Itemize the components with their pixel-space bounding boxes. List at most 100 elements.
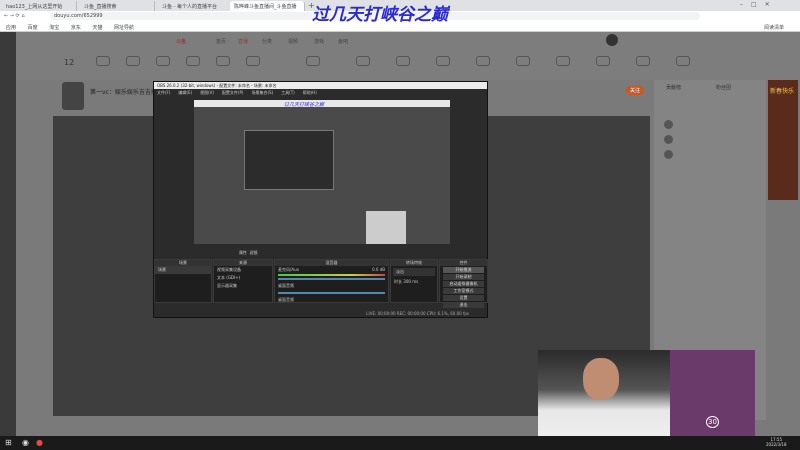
side-ad-banner[interactable]: 新春快乐	[768, 80, 798, 200]
browser-tab[interactable]: 斗鱼 - 每个人的直播平台	[158, 1, 233, 11]
window-controls[interactable]: –□✕	[740, 1, 778, 8]
menu-scene-collection[interactable]: 场景集合(S)	[251, 90, 273, 95]
bookmark[interactable]: 应用	[6, 25, 16, 31]
volume-slider[interactable]	[278, 278, 385, 280]
studio-mode-button[interactable]: 工作室模式	[443, 288, 484, 294]
follow-button[interactable]: 关注	[626, 86, 645, 95]
person-face	[583, 358, 619, 400]
user-avatar[interactable]	[664, 120, 673, 129]
bookmark[interactable]: 天猫	[92, 25, 102, 31]
start-streaming-button[interactable]: 开始推流	[443, 267, 484, 273]
toolbar-icon[interactable]	[556, 56, 570, 66]
bookmark[interactable]: 百度	[28, 25, 38, 31]
user-avatar[interactable]	[664, 150, 673, 159]
site-logo[interactable]: 斗鱼	[176, 38, 186, 45]
toolbar-icon[interactable]	[636, 56, 650, 66]
nested-preview	[244, 130, 334, 190]
toolbar-icon[interactable]	[246, 56, 260, 66]
mixer-channel: 麦克风/Aux 0.0 dB	[278, 267, 385, 272]
source-item[interactable]: 文本 (GDI+)	[214, 274, 272, 282]
browser-tab[interactable]: hao123_上网从这里开始	[2, 1, 77, 11]
browser-tab[interactable]: 斗鱼_直播搜索	[80, 1, 155, 11]
nav-category[interactable]: 分类	[262, 38, 272, 45]
menu-view[interactable]: 视图(V)	[200, 90, 214, 95]
toolbar-icon[interactable]	[306, 56, 320, 66]
left-sidebar[interactable]	[0, 32, 16, 436]
stream-overlay-text: 过几天打峡谷之巅	[312, 5, 448, 25]
sources-dock: 来源 视频采集设备 文本 (GDI+) 显示器采集	[213, 259, 273, 303]
toolbar-icon[interactable]	[216, 56, 230, 66]
volume-meter	[278, 274, 385, 276]
menu-help[interactable]: 帮助(H)	[303, 90, 317, 95]
mixer-dock: 混音器 麦克风/Aux 0.0 dB 桌面音频 桌面音频	[274, 259, 389, 303]
streamer-avatar[interactable]	[62, 82, 84, 110]
obs-menu-bar: 文件(F) 编辑(E) 视图(V) 配置文件(P) 场景集合(S) 工具(T) 帮助(H)	[154, 89, 487, 95]
nav-game[interactable]: 游戏	[314, 38, 324, 45]
scene-item[interactable]: 场景	[155, 266, 211, 274]
toolbar-icon[interactable]	[396, 56, 410, 66]
menu-file[interactable]: 文件(F)	[157, 90, 170, 95]
chrome-taskbar-icon[interactable]: ●	[36, 438, 43, 447]
obs-taskbar-icon[interactable]: ◉	[22, 438, 29, 447]
start-recording-button[interactable]: 开始录制	[443, 274, 484, 280]
user-avatar[interactable]	[606, 34, 618, 46]
windows-taskbar: ⊞ ◉ ● 17:55 2022/3/18	[0, 436, 800, 450]
settings-button[interactable]: 设置	[443, 295, 484, 301]
toolbar-icon[interactable]	[476, 56, 490, 66]
webcam-feed	[538, 350, 670, 450]
nav-live[interactable]: 直播	[238, 38, 248, 45]
follow-count: 12	[64, 58, 75, 67]
transitions-dock: 转场特效 淡出 时长 300 ms	[390, 259, 438, 303]
bookmark[interactable]: 网址导航	[114, 25, 134, 31]
tab-fans[interactable]: 粉丝团	[716, 84, 731, 91]
menu-edit[interactable]: 编辑(E)	[178, 90, 192, 95]
duration-field[interactable]: 时长 300 ms	[391, 278, 437, 286]
toolbar-icon[interactable]	[516, 56, 530, 66]
gift-banner[interactable]: 30	[670, 350, 755, 436]
menu-tools[interactable]: 工具(T)	[281, 90, 295, 95]
nav-buttons[interactable]: ← → ⟳ ⌂	[4, 13, 25, 19]
toolbar-icon[interactable]	[436, 56, 450, 66]
bookmark[interactable]: 淘宝	[49, 25, 59, 31]
bookmark[interactable]: 京东	[71, 25, 81, 31]
obs-status-bar: LIVE: 00:00:00 REC: 00:00:00 CPU: 6.1%, …	[366, 311, 469, 316]
mixer-channel: 桌面音频	[278, 283, 294, 288]
gift-count: 30	[706, 416, 719, 428]
room-toolbar: 12	[16, 50, 800, 80]
toolbar-icon[interactable]	[596, 56, 610, 66]
nav-video[interactable]: 视频	[288, 38, 298, 45]
toolbar-icon[interactable]	[186, 56, 200, 66]
preview-webcam	[366, 211, 406, 244]
nav-home[interactable]: 首页	[216, 38, 226, 45]
streamer-title: 第一vc：娱乐娱乐吉吉播	[90, 89, 157, 96]
site-top-nav: 斗鱼 首页 直播 分类 视频 游戏 鱼吧	[16, 32, 800, 50]
obs-preview[interactable]: 过几天打峡谷之巅	[194, 100, 450, 244]
toolbar-icon[interactable]	[96, 56, 110, 66]
browser-tab-active[interactable]: 陈晔峰斗鱼直播间_斗鱼直播	[230, 1, 305, 11]
exit-button[interactable]: 退出	[443, 302, 484, 308]
volume-slider[interactable]	[278, 292, 385, 294]
start-button[interactable]: ⊞	[5, 438, 12, 447]
mixer-channel: 桌面音频	[278, 297, 294, 302]
properties-button[interactable]: 属性	[239, 250, 247, 255]
obs-title-bar: OBS 26.0.2 (32-bit, windows) - 配置文件: 未命名…	[154, 82, 487, 89]
preview-overlay-text: 过几天打峡谷之巅	[194, 100, 450, 108]
toolbar-icon[interactable]	[126, 56, 140, 66]
source-item[interactable]: 视频采集设备	[214, 266, 272, 274]
filters-button[interactable]: 滤镜	[250, 250, 258, 255]
virtual-camera-button[interactable]: 启动虚拟摄像机	[443, 281, 484, 287]
menu-profile[interactable]: 配置文件(P)	[222, 90, 244, 95]
transition-select[interactable]: 淡出	[393, 268, 435, 276]
toolbar-icon[interactable]	[156, 56, 170, 66]
tab-contrib[interactable]: 贡献榜	[666, 84, 681, 91]
system-clock[interactable]: 17:55 2022/3/18	[766, 437, 787, 447]
controls-dock: 控件 开始推流 开始录制 启动虚拟摄像机 工作室模式 设置 退出	[439, 259, 488, 308]
user-avatar[interactable]	[664, 135, 673, 144]
scenes-dock: 场景 场景	[154, 259, 212, 303]
obs-toolbar: 属性 滤镜	[239, 250, 258, 256]
reading-list[interactable]: 阅读清单	[764, 24, 784, 31]
nav-yuba[interactable]: 鱼吧	[338, 38, 348, 45]
source-item[interactable]: 显示器采集	[214, 282, 272, 290]
toolbar-icon[interactable]	[356, 56, 370, 66]
toolbar-icon[interactable]	[676, 56, 690, 66]
